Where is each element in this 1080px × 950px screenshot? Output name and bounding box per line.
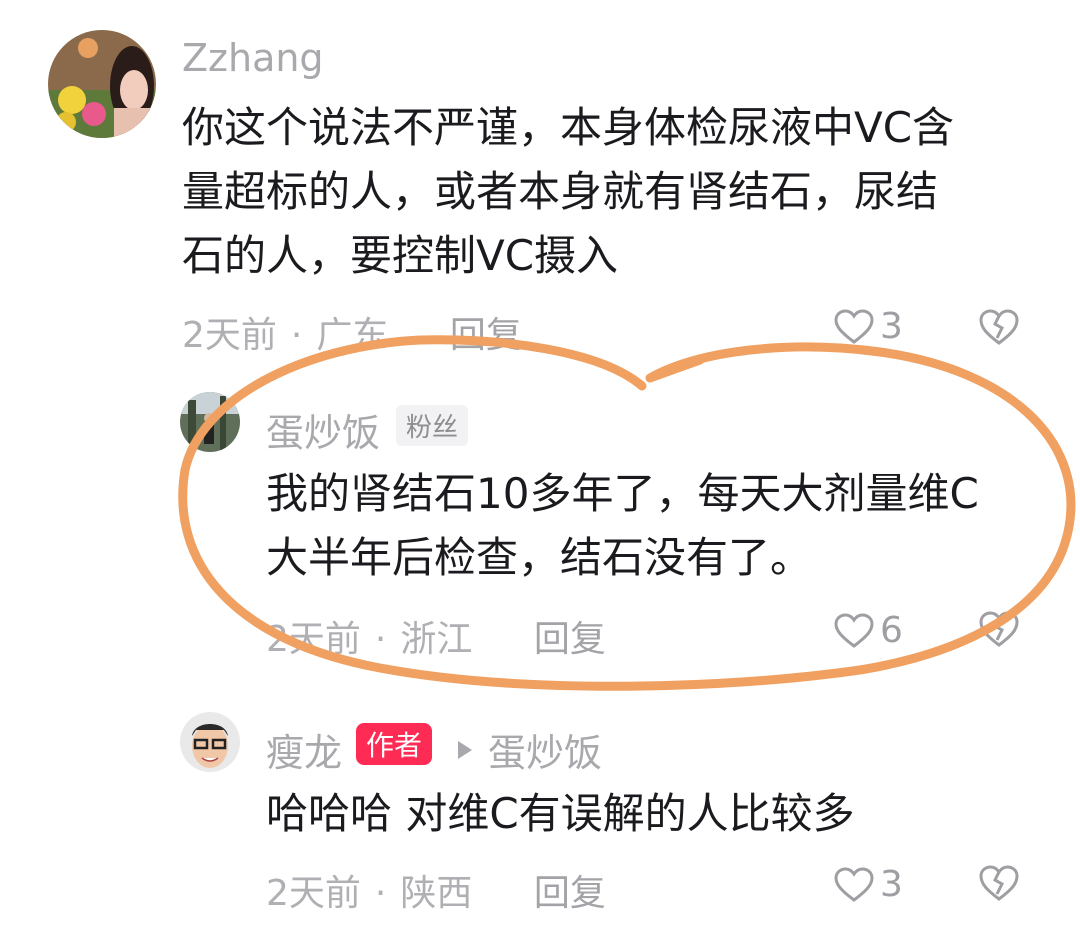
username[interactable]: 瘦龙 <box>266 722 342 777</box>
comment-text-line: 我的肾结石10多年了，每天大剂量维C <box>266 469 979 518</box>
dislike-button[interactable] <box>978 864 1020 906</box>
broken-heart-icon <box>979 611 1019 647</box>
timestamp: 2天前 <box>266 619 361 660</box>
timestamp: 2天前 <box>182 315 277 356</box>
meta-dot: · <box>374 873 387 914</box>
comment-meta: 2天前 · 广东 回复 <box>182 306 522 358</box>
reply-to-username: 蛋炒饭 <box>488 731 603 775</box>
timestamp: 2天前 <box>266 873 361 914</box>
like-button[interactable]: 3 <box>834 864 903 905</box>
reply-button[interactable]: 回复 <box>534 873 606 914</box>
username[interactable]: Zzhang <box>182 36 324 80</box>
fan-badge: 粉丝 <box>396 405 469 446</box>
comment-text-line: 你这个说法不严谨，本身体检尿液中VC含 <box>182 103 955 152</box>
avatar[interactable] <box>48 30 156 138</box>
meta-dot: · <box>290 315 303 356</box>
avatar[interactable] <box>180 392 240 452</box>
username[interactable]: 蛋炒饭 <box>266 402 380 457</box>
dislike-button[interactable] <box>978 610 1020 652</box>
comment-text-line: 石的人，要控制VC摄入 <box>182 231 619 280</box>
heart-outline-icon <box>834 308 874 344</box>
like-button[interactable]: 3 <box>834 306 903 347</box>
comment-meta: 2天前 · 浙江 回复 <box>266 610 606 662</box>
avatar[interactable] <box>180 712 240 772</box>
comment-text-line: 大半年后检查，结石没有了。 <box>266 533 813 582</box>
comment-text-line: 量超标的人，或者本身就有肾结石，尿结 <box>182 167 939 216</box>
comment-list: Zzhang 你这个说法不严谨，本身体检尿液中VC含 量超标的人，或者本身就有肾… <box>0 0 1080 950</box>
like-count: 3 <box>880 864 903 905</box>
broken-heart-icon <box>979 309 1019 345</box>
heart-outline-icon <box>834 866 874 902</box>
comment-text: 你这个说法不严谨，本身体检尿液中VC含 量超标的人，或者本身就有肾结石，尿结 石… <box>182 96 954 288</box>
reply-button[interactable]: 回复 <box>450 315 522 356</box>
comment-text: 哈哈哈 对维C有误解的人比较多 <box>266 782 855 846</box>
reply-target[interactable]: 蛋炒饭 <box>456 722 602 777</box>
location: 广东 <box>316 315 389 356</box>
avatar-image <box>180 392 240 452</box>
comment-text-line: 哈哈哈 对维C有误解的人比较多 <box>266 789 855 838</box>
like-button[interactable]: 6 <box>834 610 903 651</box>
broken-heart-icon <box>979 865 1019 901</box>
play-triangle-icon <box>458 740 472 759</box>
location: 陕西 <box>400 873 473 914</box>
reply-button[interactable]: 回复 <box>534 619 606 660</box>
like-count: 6 <box>880 610 903 651</box>
location: 浙江 <box>400 619 473 660</box>
avatar-image <box>180 712 240 772</box>
author-badge: 作者 <box>356 723 433 765</box>
comment-text: 我的肾结石10多年了，每天大剂量维C 大半年后检查，结石没有了。 <box>266 462 979 590</box>
meta-dot: · <box>374 619 387 660</box>
like-count: 3 <box>880 306 903 347</box>
heart-outline-icon <box>834 612 874 648</box>
comment-meta: 2天前 · 陕西 回复 <box>266 864 606 916</box>
dislike-button[interactable] <box>978 308 1020 350</box>
avatar-image <box>48 30 156 138</box>
